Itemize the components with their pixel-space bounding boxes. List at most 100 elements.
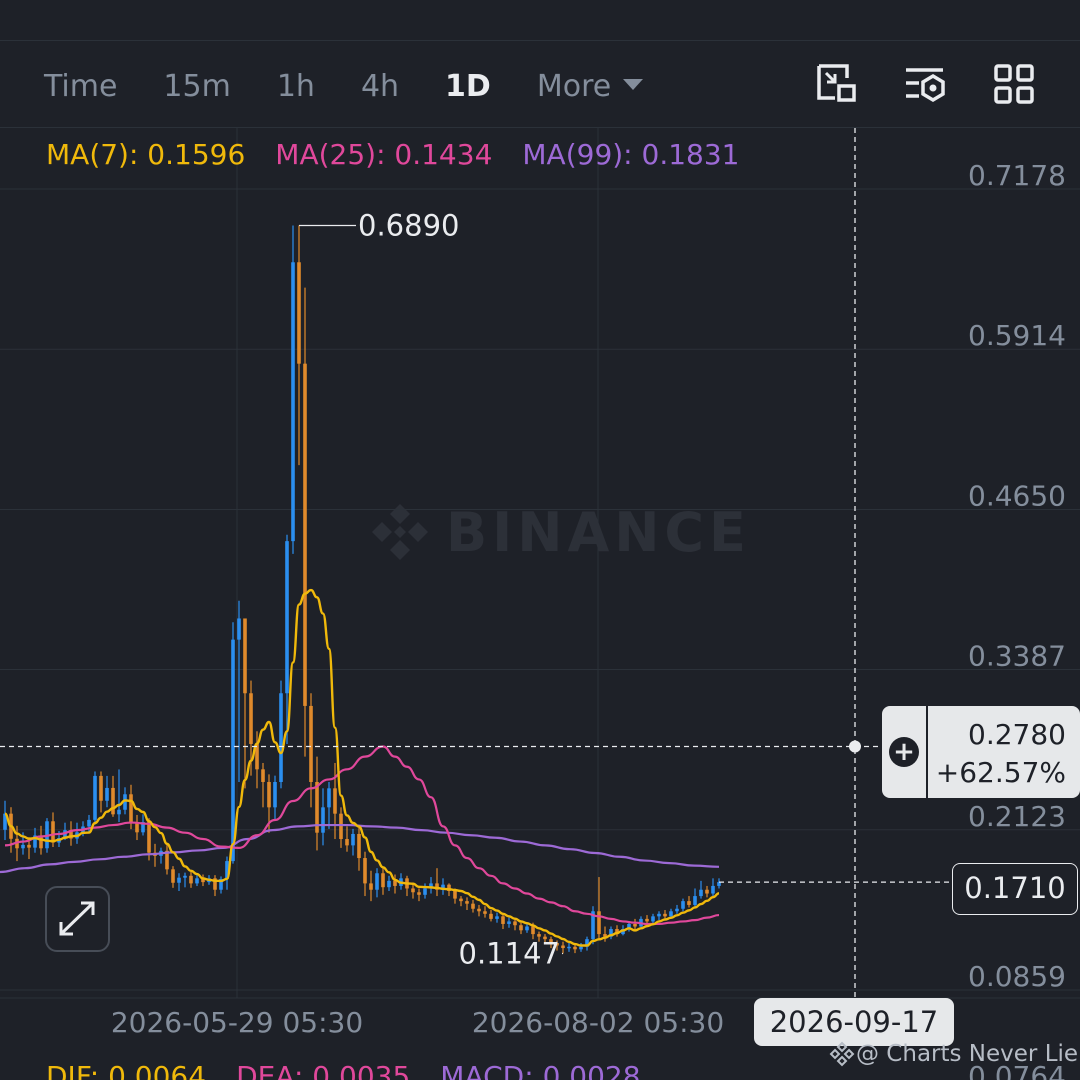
candle-body <box>579 946 583 950</box>
candle-body <box>513 921 517 926</box>
candle-body <box>699 889 703 897</box>
candle-body <box>339 813 343 840</box>
candle-body <box>387 880 391 888</box>
candle-body <box>681 901 685 909</box>
candle-body <box>495 916 499 919</box>
candle-body <box>477 908 481 912</box>
candle-body <box>519 925 523 931</box>
x-tick-label: 2026-08-02 05:30 <box>472 1006 724 1039</box>
candle-body <box>669 911 673 917</box>
y-tick-label: 0.2123 <box>968 800 1066 833</box>
candle-body <box>459 898 463 902</box>
dea-legend: DEA: 0.0035 <box>236 1060 411 1080</box>
candle-body <box>177 877 181 883</box>
candle-body <box>261 769 265 782</box>
candle-body <box>231 639 235 862</box>
candle-body <box>453 891 457 899</box>
candle-body <box>411 888 415 893</box>
candle-body <box>279 693 283 782</box>
last-price-label: 0.1710 <box>952 863 1078 915</box>
candle-body <box>525 926 529 931</box>
candle-body <box>711 885 715 894</box>
candle-body <box>273 781 277 808</box>
candle-body <box>129 794 133 824</box>
y-tick-label: 0.0859 <box>968 960 1066 993</box>
candle-body <box>267 781 271 808</box>
candle-body <box>357 833 361 859</box>
dif-legend: DIF: 0.0064 <box>46 1060 207 1080</box>
low-annotation: 0.1147 <box>459 936 560 970</box>
y-tick-label: 0.3387 <box>968 640 1066 673</box>
candle-body <box>375 873 379 890</box>
candle-body <box>333 788 337 814</box>
candle-body <box>297 262 301 364</box>
candle-body <box>87 819 91 827</box>
ma7-legend: MA(7): 0.1596 <box>46 138 246 171</box>
candle-body <box>303 363 307 706</box>
candle-body <box>327 788 331 808</box>
candle-body <box>423 888 427 895</box>
crosshair-date: 2026-09-17 <box>754 998 954 1046</box>
crosshair-price: 0.2780 <box>968 718 1066 751</box>
ma99-legend: MA(99): 0.1831 <box>522 138 740 171</box>
candle-body <box>465 901 469 904</box>
candle-body <box>507 921 511 924</box>
candle-body <box>645 918 649 922</box>
candle-body <box>567 946 571 949</box>
candle-body <box>243 618 247 694</box>
candle-body <box>189 875 193 884</box>
candle-body <box>171 869 175 883</box>
candle-body <box>573 946 577 950</box>
candle-body <box>705 889 709 894</box>
candle-body <box>483 911 487 914</box>
candle-body <box>285 541 289 694</box>
candle-body <box>363 858 367 884</box>
credit-text: @ Charts Never Lie <box>856 1041 1079 1067</box>
candle-body <box>117 809 121 815</box>
binance-small-logo-icon <box>829 1041 855 1067</box>
x-tick-label: 2026-05-29 05:30 <box>111 1006 363 1039</box>
candle-body <box>633 923 637 927</box>
candle-body <box>99 775 103 801</box>
candle-body <box>27 844 31 848</box>
candle-body <box>93 775 97 820</box>
y-tick-label: 0.4650 <box>968 479 1066 512</box>
plus-icon: + <box>889 737 919 767</box>
candle-body <box>657 913 661 917</box>
candle-body <box>309 705 313 782</box>
ma-legend: MA(7): 0.1596 MA(25): 0.1434 MA(99): 0.1… <box>46 138 770 171</box>
candle-body <box>345 839 349 846</box>
ma25-legend: MA(25): 0.1434 <box>275 138 493 171</box>
candle-body <box>693 896 697 905</box>
crosshair-dot <box>849 740 861 753</box>
candle-body <box>597 911 601 935</box>
candle-body <box>687 901 691 905</box>
candle-body <box>675 908 679 912</box>
candle-body <box>381 873 385 888</box>
crosshair-change: +62.57% <box>935 756 1066 789</box>
candle-body <box>393 880 397 886</box>
candle-body <box>291 262 295 542</box>
ma7-line <box>4 588 720 947</box>
candle-body <box>135 823 139 833</box>
candle-body <box>369 883 373 890</box>
candle-body <box>663 913 667 917</box>
candle-body <box>651 916 655 922</box>
credit: @ Charts Never Lie <box>828 1040 1078 1068</box>
crosshair-price-box[interactable]: + 0.2780 +62.57% <box>882 706 1080 798</box>
candle-body <box>417 892 421 895</box>
candle-body <box>183 875 187 878</box>
y-tick-label: 0.5914 <box>968 319 1066 352</box>
candle-body <box>51 821 55 843</box>
high-annotation: 0.6890 <box>358 209 459 243</box>
candle-body <box>501 916 505 924</box>
macd-value-legend: MACD: 0.0028 <box>440 1060 641 1080</box>
fullscreen-button[interactable] <box>45 886 110 952</box>
candle-body <box>321 807 325 833</box>
add-alert-button[interactable]: + <box>882 706 928 798</box>
candle-body <box>237 618 241 640</box>
candle-body <box>195 878 199 884</box>
candle-body <box>561 945 565 949</box>
candle-body <box>105 787 109 801</box>
macd-legend: DIF: 0.0064 DEA: 0.0035 MACD: 0.0028 <box>46 1060 671 1080</box>
